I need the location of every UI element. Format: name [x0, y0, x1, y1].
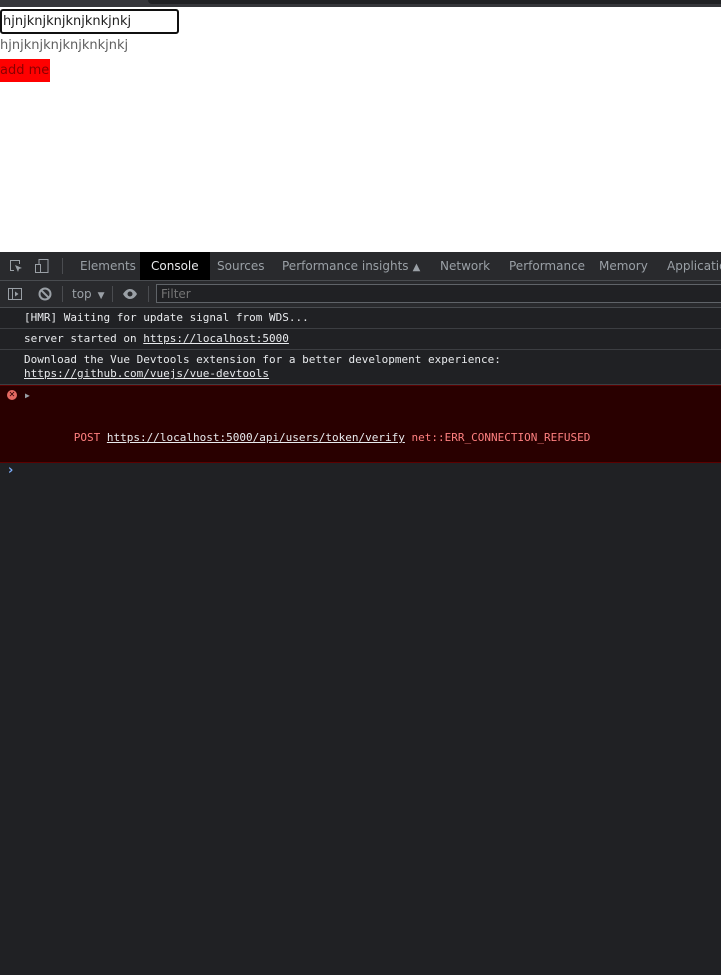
text-input[interactable]	[0, 9, 179, 34]
tab-memory[interactable]: Memory	[588, 252, 659, 280]
error-method: POST	[73, 431, 101, 444]
console-error: ✕ ▶ POST https://localhost:5000/api/user…	[0, 385, 721, 463]
tab-network[interactable]: Network	[429, 252, 501, 280]
tab-application[interactable]: Application	[656, 252, 721, 280]
tab-performance[interactable]: Performance	[498, 252, 596, 280]
divider	[148, 286, 149, 302]
browser-top-bar	[0, 0, 721, 7]
clear-console-icon[interactable]	[37, 286, 53, 302]
error-icon: ✕	[7, 390, 17, 400]
error-url[interactable]: https://localhost:5000/api/users/token/v…	[107, 431, 405, 444]
message-text: [HMR] Waiting for update signal from WDS…	[24, 311, 309, 324]
tab-elements[interactable]: Elements	[69, 252, 147, 280]
live-expression-icon[interactable]	[122, 286, 138, 302]
tab-sources[interactable]: Sources	[206, 252, 275, 280]
console-message: [HMR] Waiting for update signal from WDS…	[0, 308, 721, 329]
experimental-flask-icon: ▲	[412, 262, 421, 273]
devtools-panel: Elements Console Sources Performance ins…	[0, 252, 721, 975]
divider	[62, 258, 63, 274]
console-message: server started on https://localhost:5000	[0, 329, 721, 350]
error-detail: net::ERR_CONNECTION_REFUSED	[411, 431, 591, 444]
devtools-tab-bar: Elements Console Sources Performance ins…	[0, 252, 721, 281]
context-selector[interactable]: top ▼	[72, 281, 105, 307]
console-toolbar: top ▼	[0, 281, 721, 308]
message-link[interactable]: https://github.com/vuejs/vue-devtools	[24, 367, 269, 380]
console-prompt[interactable]: ›	[0, 463, 721, 481]
tab-console[interactable]: Console	[140, 252, 210, 280]
message-text: server started on	[24, 332, 144, 345]
mirrored-text: hjnjknjknjknjknkjnkj	[0, 38, 129, 53]
device-toolbar-icon[interactable]	[34, 258, 50, 274]
divider	[112, 286, 113, 302]
message-text: Download the Vue Devtools extension for …	[24, 353, 501, 366]
caret-down-icon: ▼	[97, 291, 105, 301]
message-link[interactable]: https://localhost:5000	[143, 332, 289, 345]
show-sidebar-icon[interactable]	[7, 286, 23, 302]
tab-performance-insights[interactable]: Performance insights ▲	[271, 252, 431, 280]
divider	[62, 286, 63, 302]
console-messages: [HMR] Waiting for update signal from WDS…	[0, 308, 721, 481]
web-page: hjnjknjknjknjknkjnkj add me	[0, 7, 721, 252]
prompt-chevron-icon: ›	[8, 463, 14, 478]
add-me-button[interactable]: add me	[0, 59, 50, 82]
tab-label: Performance insights	[282, 259, 409, 273]
context-label: top	[72, 287, 92, 301]
browser-tab-edge	[148, 0, 721, 4]
expand-triangle-icon[interactable]: ▶	[25, 389, 30, 403]
filter-input[interactable]	[156, 284, 721, 303]
inspect-element-icon[interactable]	[8, 258, 24, 274]
console-message: Download the Vue Devtools extension for …	[0, 350, 721, 385]
